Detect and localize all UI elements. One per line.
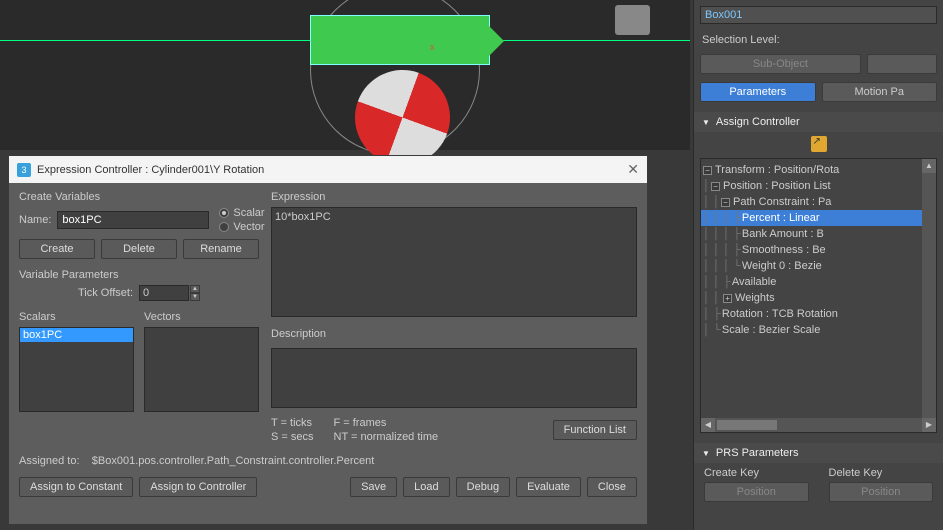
vector-radio[interactable]: Vector bbox=[219, 221, 264, 233]
tree-item-position[interactable]: Position : Position List bbox=[723, 178, 831, 194]
expression-input[interactable] bbox=[271, 207, 637, 317]
legend-t: T = ticks bbox=[271, 417, 314, 429]
subobject-dropdown[interactable] bbox=[867, 54, 937, 74]
sub-object-button[interactable]: Sub-Object bbox=[700, 54, 861, 74]
name-label: Name: bbox=[19, 214, 51, 226]
tree-collapse-icon[interactable]: − bbox=[711, 182, 720, 191]
selection-level-label: Selection Level: bbox=[702, 34, 935, 46]
chevron-down-icon: ▼ bbox=[702, 449, 710, 458]
dialog-titlebar[interactable]: 3 Expression Controller : Cylinder001\Y … bbox=[9, 156, 647, 183]
object-name-field[interactable]: Box001 bbox=[700, 6, 937, 24]
description-label: Description bbox=[271, 328, 637, 340]
scrollbar-thumb[interactable] bbox=[717, 420, 777, 430]
legend-s: S = secs bbox=[271, 431, 314, 443]
viewport[interactable]: x bbox=[0, 0, 690, 150]
tree-item-path-constraint[interactable]: Path Constraint : Pa bbox=[733, 194, 831, 210]
tree-collapse-icon[interactable]: − bbox=[721, 198, 730, 207]
axis-label: x bbox=[430, 42, 435, 52]
tree-item-weights[interactable]: Weights bbox=[735, 290, 775, 306]
spinner-up-icon[interactable]: ▲ bbox=[190, 285, 200, 293]
expression-label: Expression bbox=[271, 191, 637, 203]
close-icon[interactable]: ✕ bbox=[627, 161, 639, 178]
assign-to-constant-button[interactable]: Assign to Constant bbox=[19, 477, 133, 497]
scalar-radio[interactable]: Scalar bbox=[219, 207, 264, 219]
tree-item-transform[interactable]: Transform : Position/Rota bbox=[715, 162, 839, 178]
assign-controller-icon[interactable] bbox=[811, 136, 827, 152]
command-panel: Box001 Selection Level: Sub-Object Param… bbox=[693, 0, 943, 530]
load-button[interactable]: Load bbox=[403, 477, 449, 497]
tick-offset-label: Tick Offset: bbox=[78, 287, 133, 299]
tree-item-rotation[interactable]: Rotation : TCB Rotation bbox=[722, 306, 838, 322]
prs-parameters-rollout[interactable]: ▼ PRS Parameters bbox=[694, 443, 943, 463]
tick-offset-spinner[interactable]: ▲ ▼ bbox=[139, 285, 200, 301]
function-list-button[interactable]: Function List bbox=[553, 420, 637, 440]
app-icon: 3 bbox=[17, 163, 31, 177]
variable-parameters-label: Variable Parameters bbox=[19, 269, 259, 281]
scroll-right-icon[interactable]: ▶ bbox=[922, 418, 936, 432]
expression-controller-dialog: 3 Expression Controller : Cylinder001\Y … bbox=[8, 155, 648, 525]
tree-collapse-icon[interactable]: − bbox=[703, 166, 712, 175]
assigned-to-label: Assigned to: bbox=[19, 455, 80, 467]
delete-position-key-button[interactable]: Position bbox=[829, 482, 934, 502]
create-position-key-button[interactable]: Position bbox=[704, 482, 809, 502]
assign-to-controller-button[interactable]: Assign to Controller bbox=[139, 477, 257, 497]
variable-name-input[interactable] bbox=[57, 211, 209, 229]
assigned-to-value: $Box001.pos.controller.Path_Constraint.c… bbox=[92, 455, 375, 467]
create-key-label: Create Key bbox=[704, 467, 809, 479]
assign-controller-rollout[interactable]: ▼ Assign Controller bbox=[694, 112, 943, 132]
tree-item-percent[interactable]: Percent : Linear bbox=[742, 210, 820, 226]
dialog-title-text: Expression Controller : Cylinder001\Y Ro… bbox=[37, 164, 264, 176]
tree-expand-icon[interactable]: + bbox=[723, 294, 732, 303]
scalars-list[interactable]: box1PC bbox=[19, 327, 134, 412]
delete-key-label: Delete Key bbox=[829, 467, 934, 479]
tree-item-bank[interactable]: Bank Amount : B bbox=[742, 226, 824, 242]
scroll-left-icon[interactable]: ◀ bbox=[701, 418, 715, 432]
legend-f: F = frames bbox=[334, 417, 439, 429]
horizontal-scrollbar[interactable]: ◀ ▶ bbox=[701, 418, 936, 432]
vectors-label: Vectors bbox=[144, 311, 259, 323]
motion-paths-button[interactable]: Motion Pa bbox=[822, 82, 938, 102]
controller-tree[interactable]: ▲ −Transform : Position/Rota │ −Position… bbox=[700, 158, 937, 433]
tree-item-available[interactable]: Available bbox=[732, 274, 776, 290]
green-box-object[interactable] bbox=[310, 15, 490, 65]
scalars-label: Scalars bbox=[19, 311, 134, 323]
save-button[interactable]: Save bbox=[350, 477, 397, 497]
chevron-down-icon: ▼ bbox=[702, 118, 710, 127]
create-variables-label: Create Variables bbox=[19, 191, 259, 203]
list-item[interactable]: box1PC bbox=[20, 328, 133, 342]
legend-nt: NT = normalized time bbox=[334, 431, 439, 443]
spinner-down-icon[interactable]: ▼ bbox=[190, 293, 200, 301]
scroll-up-icon[interactable]: ▲ bbox=[922, 159, 936, 173]
close-button[interactable]: Close bbox=[587, 477, 637, 497]
viewport-gizmo-icon[interactable] bbox=[615, 5, 650, 35]
vectors-list[interactable] bbox=[144, 327, 259, 412]
tree-item-scale[interactable]: Scale : Bezier Scale bbox=[722, 322, 820, 338]
vertical-scrollbar[interactable]: ▲ bbox=[922, 159, 936, 418]
debug-button[interactable]: Debug bbox=[456, 477, 510, 497]
tree-item-weight0[interactable]: Weight 0 : Bezie bbox=[742, 258, 822, 274]
rename-button[interactable]: Rename bbox=[183, 239, 259, 259]
description-input[interactable] bbox=[271, 348, 637, 408]
create-button[interactable]: Create bbox=[19, 239, 95, 259]
evaluate-button[interactable]: Evaluate bbox=[516, 477, 581, 497]
parameters-button[interactable]: Parameters bbox=[700, 82, 816, 102]
delete-button[interactable]: Delete bbox=[101, 239, 177, 259]
tree-item-smoothness[interactable]: Smoothness : Be bbox=[742, 242, 826, 258]
